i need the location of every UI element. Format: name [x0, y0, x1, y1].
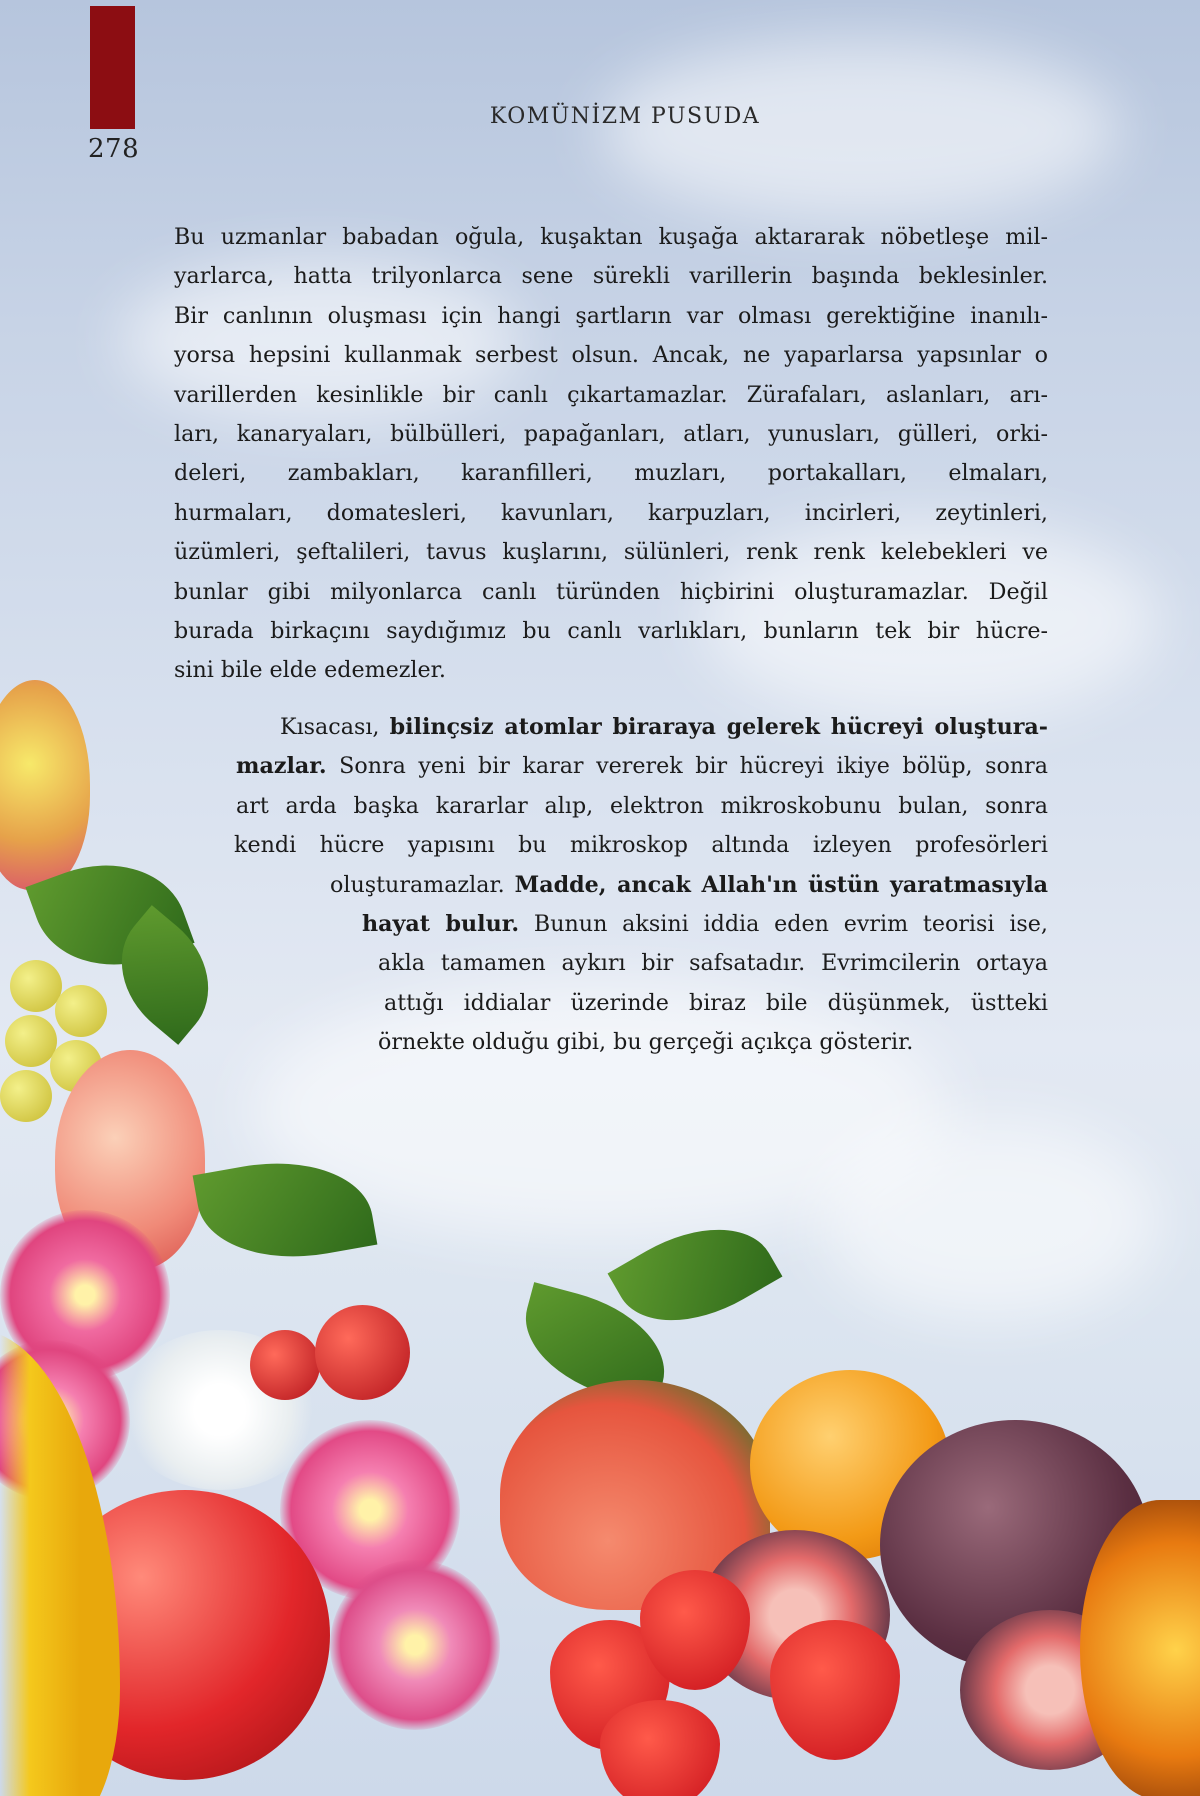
text-run: Kısacası,	[280, 714, 390, 740]
text-run: Sonra yeni bir karar vererek bir hücreyi…	[326, 753, 1048, 780]
body-paragraph-2: Kısacası, bilinçsiz atomlar biraraya gel…	[0, 708, 1048, 1063]
strawberry-decoration	[770, 1620, 900, 1760]
text-line: üzümleri, şeftalileri, tavus kuşlarını, …	[174, 539, 1048, 566]
bold-text-run: bilinçsiz atomlar biraraya gelerek hücre…	[389, 714, 1048, 740]
body-paragraph-1: Bu uzmanlar babadan oğula, kuşaktan kuşa…	[174, 218, 1048, 691]
text-line: deleri, zambakları, karanfilleri, muzlar…	[174, 460, 1048, 487]
text-line: burada birkaçını saydığımız bu canlı var…	[174, 618, 1048, 645]
text-line: yorsa hepsini kullanmak serbest olsun. A…	[174, 342, 1048, 369]
bold-text-run: hayat bulur.	[362, 911, 520, 938]
text-line: yarlarca, hatta trilyonlarca sene sürekl…	[174, 263, 1048, 290]
cloud	[600, 40, 1120, 220]
text-line: hayat bulur. Bunun aksini iddia eden evr…	[362, 905, 1048, 944]
book-page: 278 KOMÜNİZM PUSUDA Bu uzmanlar babadan …	[0, 0, 1200, 1796]
text-line: kendi hücre yapısını bu mikroskop altınd…	[234, 832, 1048, 859]
text-line: Kısacası, bilinçsiz atomlar biraraya gel…	[280, 708, 1048, 747]
text-line: Bir canlının oluşması için hangi şartlar…	[174, 302, 1048, 329]
text-line: art arda başka kararlar alıp, elektron m…	[236, 792, 1048, 819]
text-line: attığı iddialar üzerinde biraz bile düşü…	[384, 989, 1048, 1016]
bold-text-run: Madde, ancak Allah'ın üstün yaratmasıyla	[514, 871, 1048, 898]
text-line: örnekte olduğu gibi, bu gerçeği açıkça g…	[378, 1029, 914, 1056]
cloud	[820, 1120, 1160, 1320]
text-line: bunlar gibi milyonlarca canlı türünden h…	[174, 578, 1048, 605]
text-run: Bunun aksini iddia eden evrim teorisi is…	[519, 911, 1048, 938]
cherry-decoration	[250, 1330, 320, 1400]
text-line: Bu uzmanlar babadan oğula, kuşaktan kuşa…	[174, 224, 1048, 250]
text-line: hurmaları, domatesleri, kavunları, karpu…	[174, 499, 1048, 526]
text-line: sini bile elde edemezler.	[174, 657, 446, 684]
bold-text-run: mazlar.	[236, 753, 327, 780]
running-header-title: KOMÜNİZM PUSUDA	[489, 104, 761, 129]
text-run: oluşturamazlar.	[330, 871, 515, 898]
text-line: akla tamamen aykırı bir safsatadır. Evri…	[378, 950, 1048, 977]
text-line: ları, kanaryaları, bülbülleri, papağanla…	[174, 421, 1048, 448]
text-line: oluşturamazlar. Madde, ancak Allah'ın üs…	[330, 866, 1048, 905]
text-line: varillerden kesinlikle bir canlı çıkarta…	[174, 381, 1048, 408]
page-number: 278	[88, 134, 140, 164]
grape-decoration	[0, 1070, 52, 1122]
text-line: mazlar. Sonra yeni bir karar vererek bir…	[236, 747, 1048, 786]
flower-decoration	[330, 1560, 500, 1730]
strawberry-decoration	[600, 1700, 720, 1796]
bookmark-ribbon	[90, 6, 135, 129]
cherry-decoration	[315, 1305, 410, 1400]
